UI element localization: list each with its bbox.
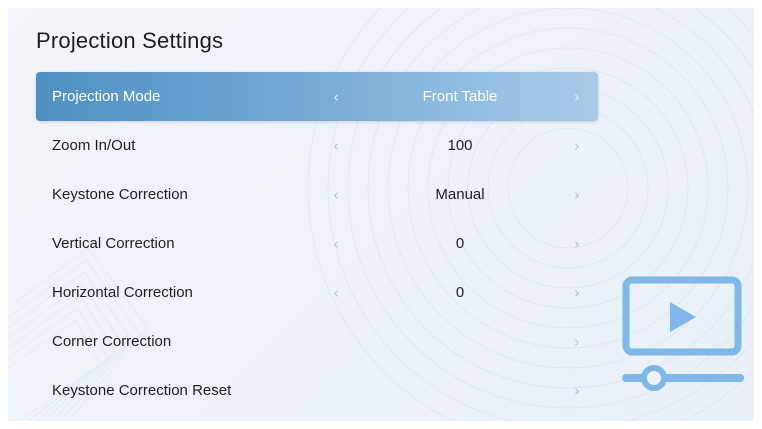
projection-settings-screen: Projection Settings Projection Mode ‹ Fr…: [8, 8, 754, 421]
settings-menu: Projection Mode ‹ Front Table › Zoom In/…: [36, 72, 598, 415]
menu-item-keystone-correction-reset[interactable]: Keystone Correction Reset ›: [36, 366, 598, 415]
menu-item-label: Vertical Correction: [52, 235, 175, 252]
menu-item-zoom[interactable]: Zoom In/Out ‹ 100 ›: [36, 121, 598, 170]
chevron-left-icon[interactable]: ‹: [333, 186, 339, 204]
chevron-left-icon[interactable]: ‹: [333, 284, 339, 302]
chevron-right-icon[interactable]: ›: [574, 382, 580, 400]
menu-item-label: Keystone Correction: [52, 186, 188, 203]
page-title: Projection Settings: [36, 28, 224, 53]
menu-item-keystone-correction[interactable]: Keystone Correction ‹ Manual ›: [36, 170, 598, 219]
chevron-left-icon[interactable]: ‹: [333, 137, 339, 155]
menu-item-corner-correction[interactable]: Corner Correction ›: [36, 317, 598, 366]
menu-item-value: 100: [447, 137, 473, 154]
chevron-right-icon[interactable]: ›: [574, 235, 580, 253]
menu-item-value: 0: [455, 235, 465, 252]
video-player-icon: [622, 276, 744, 391]
chevron-left-icon[interactable]: ‹: [333, 235, 339, 253]
menu-item-label: Corner Correction: [52, 333, 172, 350]
menu-item-vertical-correction[interactable]: Vertical Correction ‹ 0 ›: [36, 219, 598, 268]
menu-item-label: Zoom In/Out: [52, 137, 136, 154]
menu-item-label: Projection Mode: [52, 88, 161, 105]
menu-item-value: Manual: [435, 186, 485, 203]
menu-item-value: 0: [455, 284, 465, 301]
menu-item-label: Keystone Correction Reset: [52, 382, 232, 399]
chevron-right-icon[interactable]: ›: [574, 186, 580, 204]
menu-item-value: Front Table: [422, 88, 498, 105]
chevron-right-icon[interactable]: ›: [574, 333, 580, 351]
chevron-left-icon[interactable]: ‹: [333, 88, 339, 106]
chevron-right-icon[interactable]: ›: [574, 137, 580, 155]
chevron-right-icon[interactable]: ›: [574, 284, 580, 302]
menu-item-label: Horizontal Correction: [52, 284, 193, 301]
menu-item-horizontal-correction[interactable]: Horizontal Correction ‹ 0 ›: [36, 268, 598, 317]
menu-item-projection-mode[interactable]: Projection Mode ‹ Front Table ›: [36, 72, 598, 121]
chevron-right-icon[interactable]: ›: [574, 88, 580, 106]
